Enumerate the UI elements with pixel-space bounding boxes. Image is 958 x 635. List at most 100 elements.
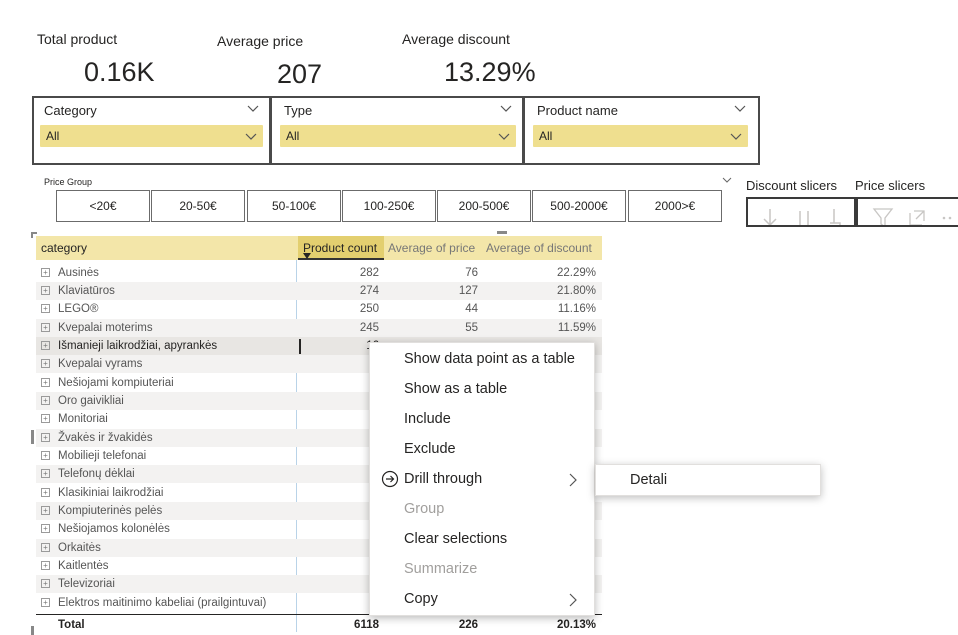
category-select[interactable]: All xyxy=(40,125,263,147)
expand-icon[interactable]: + xyxy=(41,506,50,515)
row-category: Kaitlentės xyxy=(58,560,109,572)
expand-icon[interactable]: + xyxy=(41,524,50,533)
header-average-discount[interactable]: Average of discount xyxy=(486,241,592,255)
total-row: Total 6118 226 20.13% xyxy=(36,616,602,634)
menu-item-clear-selections[interactable]: Clear selections xyxy=(404,531,507,547)
expand-icon[interactable]: + xyxy=(41,323,50,332)
visual-resize-handle[interactable] xyxy=(497,231,507,234)
selection-marker xyxy=(299,339,301,354)
price-group-button[interactable]: 100-250€ xyxy=(342,190,436,222)
type-select[interactable]: All xyxy=(280,125,516,147)
table-row[interactable]: + Kvepalai moterims 245 55 11.59% xyxy=(36,319,602,338)
price-group-title: Price Group xyxy=(44,177,93,187)
expand-icon[interactable]: + xyxy=(41,579,50,588)
menu-item-exclude[interactable]: Exclude xyxy=(404,441,456,457)
row-category: LEGO® xyxy=(58,303,99,315)
table-header: category Product count Average of price … xyxy=(36,236,602,260)
row-category: Nešiojamos kolonėlės xyxy=(58,523,170,535)
price-group-button[interactable]: 500-2000€ xyxy=(532,190,626,222)
menu-item-copy[interactable]: Copy xyxy=(404,591,438,607)
expand-icon[interactable]: + xyxy=(41,451,50,460)
type-slicer[interactable]: Type All xyxy=(270,96,524,165)
product-name-select-value: All xyxy=(539,129,553,143)
row-category: Elektros maitinimo kabeliai (prailgintuv… xyxy=(58,597,267,609)
header-category[interactable]: category xyxy=(41,241,87,255)
price-group-button[interactable]: 50-100€ xyxy=(247,190,341,222)
chevron-down-icon xyxy=(245,133,257,140)
kpi-average-discount-value: 13.29% xyxy=(444,57,536,87)
row-category: Orkaitės xyxy=(58,542,101,554)
category-select-value: All xyxy=(46,129,60,143)
chevron-down-icon[interactable] xyxy=(247,102,259,114)
category-slicer[interactable]: Category All xyxy=(32,96,271,165)
expand-icon[interactable]: + xyxy=(41,378,50,387)
filter-icon xyxy=(872,208,952,225)
price-group-button[interactable]: 20-50€ xyxy=(151,190,245,222)
row-discount: 21.80% xyxy=(556,285,596,297)
chevron-down-icon[interactable] xyxy=(500,102,512,114)
row-count: 282 xyxy=(359,267,379,279)
menu-item-group: Group xyxy=(404,501,445,517)
visual-resize-handle[interactable] xyxy=(31,430,34,444)
row-category: Televizoriai xyxy=(58,578,115,590)
row-category: Oro gaivikliai xyxy=(58,395,124,407)
expand-icon[interactable]: + xyxy=(41,469,50,478)
price-slicers-visual[interactable] xyxy=(856,197,958,227)
drill-through-submenu: Detali xyxy=(595,464,821,496)
drill-through-icon xyxy=(381,470,399,488)
product-name-slicer-title: Product name xyxy=(537,103,618,118)
chevron-down-icon[interactable] xyxy=(734,102,746,114)
type-select-value: All xyxy=(286,129,300,143)
submenu-item-detali[interactable]: Detali xyxy=(630,472,667,488)
total-label: Total xyxy=(58,619,85,631)
expand-icon[interactable]: + xyxy=(41,304,50,313)
product-name-select[interactable]: All xyxy=(533,125,748,147)
row-category: Kvepalai moterims xyxy=(58,322,153,334)
menu-item-show-data-point-as-table[interactable]: Show data point as a table xyxy=(404,351,575,367)
expand-icon[interactable]: + xyxy=(41,341,50,350)
discount-slicers-visual[interactable] xyxy=(746,197,856,227)
header-product-count[interactable]: Product count xyxy=(298,236,384,260)
price-group-button[interactable]: <20€ xyxy=(56,190,150,222)
price-slicers-label: Price slicers xyxy=(855,178,926,193)
row-price: 127 xyxy=(458,285,478,297)
total-discount: 20.13% xyxy=(556,619,596,631)
product-name-slicer[interactable]: Product name All xyxy=(523,96,760,165)
row-category: Telefonų dėklai xyxy=(58,468,135,480)
row-price: 44 xyxy=(465,303,478,315)
expand-icon[interactable]: + xyxy=(41,286,50,295)
row-count: 245 xyxy=(359,322,379,334)
expand-icon[interactable]: + xyxy=(41,433,50,442)
expand-icon[interactable]: + xyxy=(41,396,50,405)
kpi-average-discount-label: Average discount xyxy=(402,31,510,47)
row-category: Išmanieji laikrodžiai, apyrankės xyxy=(58,340,218,352)
row-category: Klaviatūros xyxy=(58,285,115,297)
table-row[interactable]: + Klaviatūros 274 127 21.80% xyxy=(36,282,602,301)
price-group-button[interactable]: 200-500€ xyxy=(437,190,531,222)
menu-item-show-as-table[interactable]: Show as a table xyxy=(404,381,507,397)
expand-icon[interactable]: + xyxy=(41,268,50,277)
chevron-down-icon[interactable] xyxy=(722,175,732,185)
kpi-average-price-value: 207 xyxy=(277,59,323,89)
price-group-button[interactable]: 2000>€ xyxy=(628,190,722,222)
sort-descending-icon xyxy=(303,253,311,259)
expand-icon[interactable]: + xyxy=(41,543,50,552)
menu-item-drill-through[interactable]: Drill through xyxy=(404,471,482,487)
row-price: 76 xyxy=(465,267,478,279)
visual-resize-handle[interactable] xyxy=(31,626,34,635)
expand-icon[interactable]: + xyxy=(41,359,50,368)
discount-slicers-label: Discount slicers xyxy=(746,178,838,193)
expand-icon[interactable]: + xyxy=(41,561,50,570)
context-menu: Show data point as a table Show as a tab… xyxy=(369,342,595,616)
row-category: Nešiojami kompiuteriai xyxy=(58,377,174,389)
expand-icon[interactable]: + xyxy=(41,488,50,497)
expand-icon[interactable]: + xyxy=(41,414,50,423)
menu-item-include[interactable]: Include xyxy=(404,411,451,427)
expand-icon[interactable]: + xyxy=(41,598,50,607)
row-category: Klasikiniai laikrodžiai xyxy=(58,487,164,499)
table-row[interactable]: + Ausinės 282 76 22.29% xyxy=(36,264,602,282)
category-slicer-title: Category xyxy=(44,103,97,118)
table-row[interactable]: + LEGO® 250 44 11.16% xyxy=(36,300,602,318)
header-average-price[interactable]: Average of price xyxy=(388,241,475,255)
kpi-total-product-label: Total product xyxy=(37,31,118,47)
